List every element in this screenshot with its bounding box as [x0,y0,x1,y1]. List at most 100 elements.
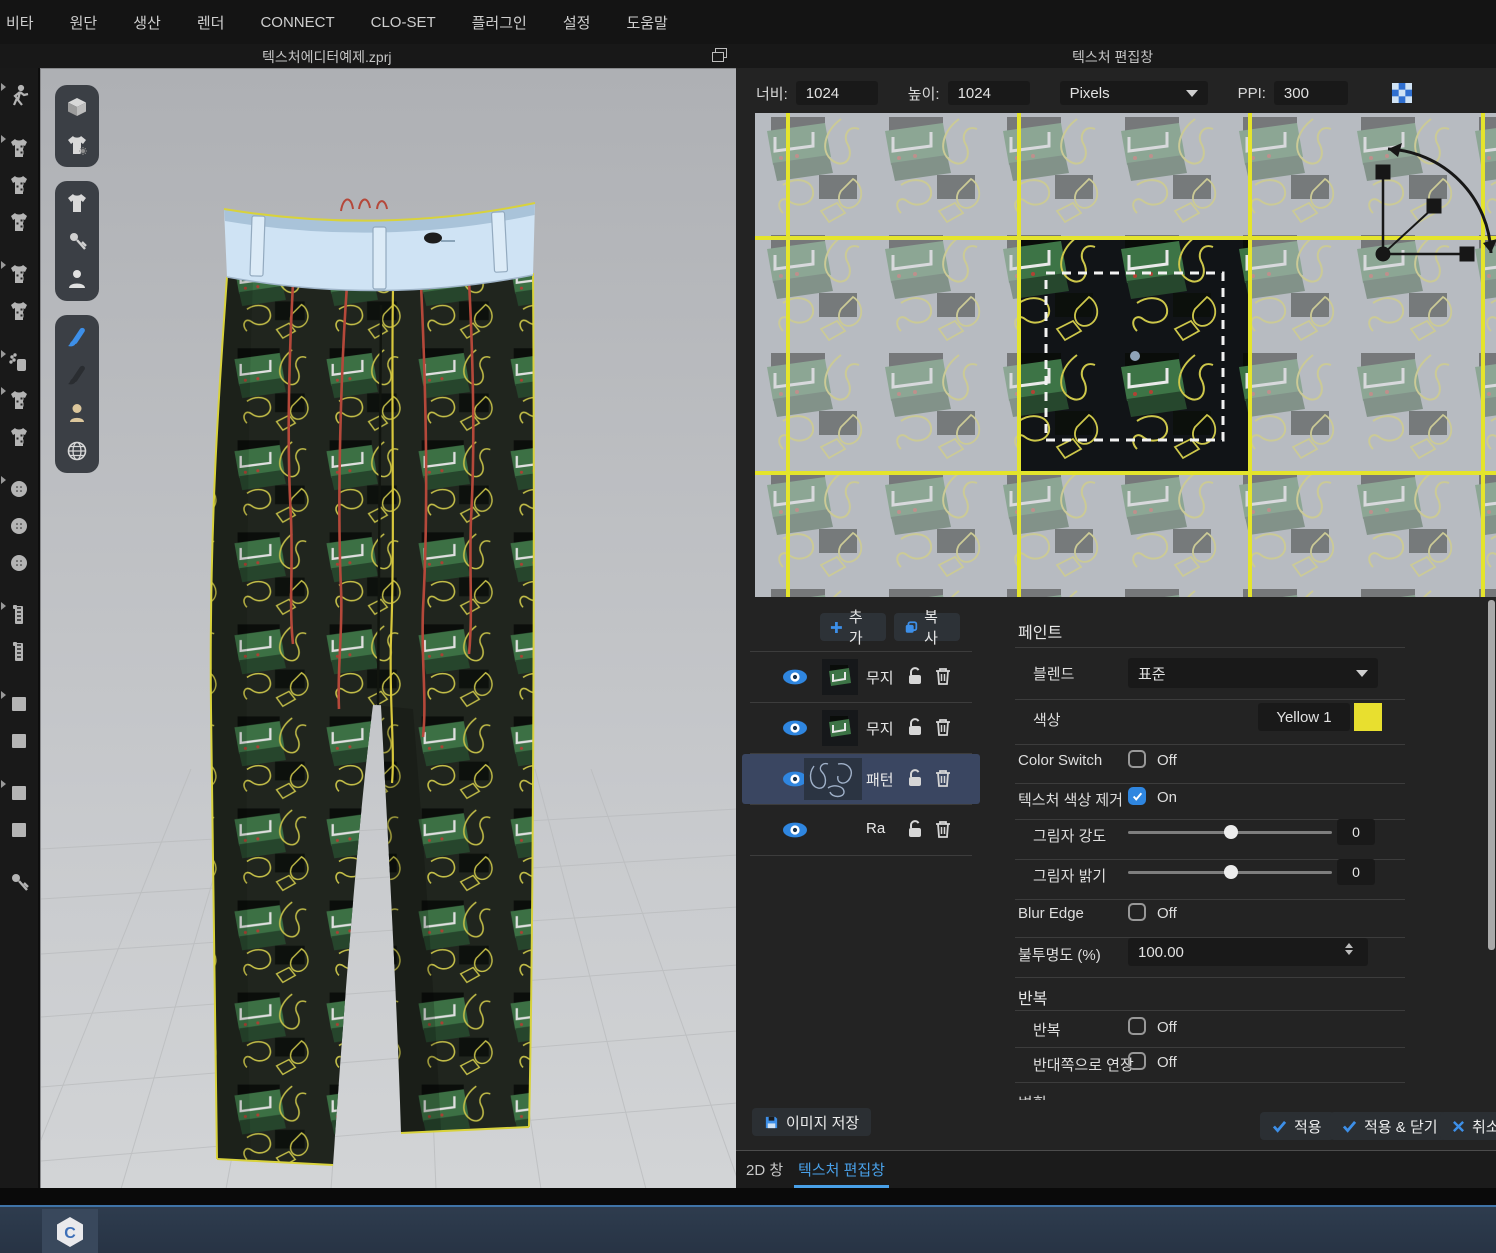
add-layer-label: 추가 [849,606,876,648]
shadow-intensity-value[interactable]: 0 [1337,819,1375,845]
eye-icon[interactable] [782,822,808,838]
garment-rotate-icon[interactable] [5,171,33,199]
texture-garment-alt-icon[interactable] [5,423,33,451]
fabric-swatch-icon[interactable] [5,690,33,718]
shadow-intensity-slider[interactable] [1128,823,1332,841]
apply-label: 적용 [1294,1116,1322,1137]
add-layer-button[interactable]: 추가 [820,613,886,641]
texture-garment-icon[interactable] [5,386,33,414]
shadow-brightness-value[interactable]: 0 [1337,859,1375,885]
fabric-square-alt-icon[interactable] [5,816,33,844]
viewport-3d[interactable] [40,68,737,1189]
menu-plugin[interactable]: 플러그인 [472,12,527,33]
width-label: 너비: [756,83,788,104]
viewport-toolgroup-view [55,85,99,167]
seam-taping-icon[interactable] [5,868,33,896]
tab-texture-editor-label: 텍스처 편집창 [798,1162,885,1179]
texture-paint-dark-icon[interactable] [62,360,92,390]
garment-settings-icon[interactable] [62,130,92,160]
pattern-transform-icon[interactable] [5,297,33,325]
trash-icon[interactable] [934,819,952,839]
shadow-brightness-slider[interactable] [1128,863,1332,881]
garment-scale-icon[interactable] [5,208,33,236]
cancel-button[interactable]: 취소 [1440,1112,1496,1140]
menu-connect[interactable]: CONNECT [260,14,334,31]
world-globe-icon[interactable] [62,436,92,466]
buttonhole-icon[interactable] [5,549,33,577]
width-input[interactable]: 1024 [796,81,878,105]
pattern-edit-icon[interactable] [5,260,33,288]
garment-move-icon[interactable] [5,134,33,162]
paint-panel-scrollbar[interactable] [1488,600,1495,950]
trash-icon[interactable] [934,768,952,788]
button-tool-icon[interactable] [5,475,33,503]
menu-help[interactable]: 도움말 [626,12,667,33]
clo-taskbar-button[interactable]: C [42,1209,98,1253]
menu-clo-set[interactable]: CLO-SET [371,14,436,31]
selection-center-handle[interactable] [1130,351,1140,361]
texture-canvas[interactable] [755,113,1496,597]
menu-avatar[interactable]: 비타 [6,12,34,33]
menu-fabric[interactable]: 원단 [70,12,98,33]
layer-row-4[interactable]: Ra [742,805,980,855]
blur-edge-checkbox[interactable] [1128,903,1146,921]
show-pins-icon[interactable] [62,226,92,256]
height-input[interactable]: 1024 [948,81,1030,105]
zipper-icon[interactable] [5,601,33,629]
color-switch-checkbox[interactable] [1128,750,1146,768]
tab-texture-editor[interactable]: 텍스처 편집창 [798,1159,885,1180]
layer-row-3-selected[interactable]: 패턴 [742,754,980,804]
fabric-swatch-alt-icon[interactable] [5,727,33,755]
layer-row-2[interactable]: 무지 [742,703,980,753]
opacity-input[interactable]: 100.00 [1128,938,1368,966]
lock-icon[interactable] [906,768,924,788]
clo-logo-icon: C [55,1216,85,1248]
shadow-intensity-label: 그림자 강도 [1033,825,1106,846]
color-name-box[interactable]: Yellow 1 [1258,703,1350,731]
zipper-alt-icon[interactable] [5,638,33,666]
transparency-checker-icon[interactable] [1392,83,1412,103]
copy-layer-button[interactable]: 복사 [894,613,960,641]
fabric-square-icon[interactable] [5,779,33,807]
menu-production[interactable]: 생산 [133,12,161,33]
texture-paint-icon-active[interactable] [62,322,92,352]
eye-icon[interactable] [782,669,808,685]
save-image-button[interactable]: 이미지 저장 [752,1108,871,1136]
blend-select[interactable]: 표준 [1128,658,1378,688]
layer-name: 무지 [866,667,898,688]
float-window-icon[interactable] [712,48,728,62]
color-swatch[interactable] [1354,703,1382,731]
repeat-checkbox[interactable] [1128,1017,1146,1035]
lock-icon[interactable] [906,717,924,737]
apply-button[interactable]: 적용 [1260,1112,1334,1140]
plus-icon [830,621,843,634]
button-alt-icon[interactable] [5,512,33,540]
lock-icon[interactable] [906,666,924,686]
tab-2d-window[interactable]: 2D 창 [746,1159,783,1180]
apply-and-close-button[interactable]: 적용 & 닫기 [1330,1112,1450,1140]
layer-thumbnail [804,758,862,800]
menu-settings[interactable]: 설정 [563,12,591,33]
trash-icon[interactable] [934,717,952,737]
avatar-pose-icon[interactable] [5,82,33,110]
cancel-label: 취소 [1472,1116,1496,1137]
view-3d-cube-icon[interactable] [62,92,92,122]
menu-bar: 비타 원단 생산 렌더 CONNECT CLO-SET 플러그인 설정 도움말 [0,0,1496,44]
remove-texture-color-checkbox[interactable] [1128,787,1146,805]
show-avatar-icon[interactable] [62,264,92,294]
lock-icon[interactable] [906,819,924,839]
trash-icon[interactable] [934,666,952,686]
unit-select[interactable]: Pixels [1060,81,1208,105]
menu-render[interactable]: 렌더 [197,12,225,33]
eye-icon[interactable] [782,720,808,736]
layer-separator [750,855,972,856]
pants-garment[interactable] [211,199,535,1165]
avatar-skin-icon[interactable] [62,398,92,428]
ppi-input[interactable]: 300 [1274,81,1348,105]
show-garment-icon[interactable] [62,188,92,218]
layer-row-1[interactable]: 무지 [742,652,980,702]
opacity-spinner[interactable] [1345,943,1353,955]
extend-opposite-checkbox[interactable] [1128,1052,1146,1070]
texture-spray-icon[interactable] [5,349,33,377]
texture-size-toolbar: 너비: 1024 높이: 1024 Pixels PPI: 300 [736,76,1496,110]
